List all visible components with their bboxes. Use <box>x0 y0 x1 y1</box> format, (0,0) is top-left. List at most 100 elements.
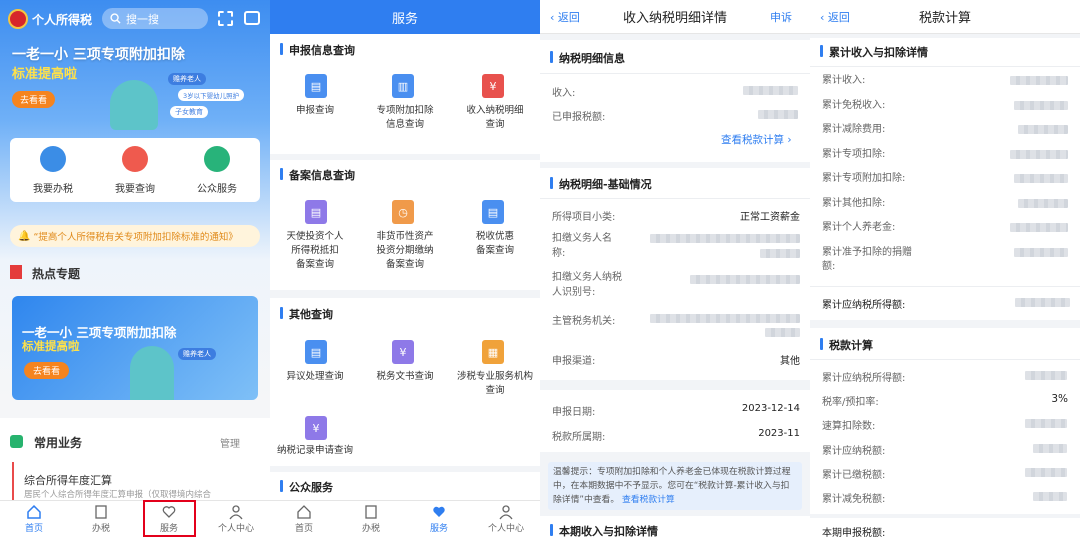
period-detail-card: 本期收入与扣除详情 <box>540 516 810 538</box>
quick-action-label[interactable]: 公众服务 <box>185 180 249 195</box>
tax-calc-row-value-redacted <box>1033 492 1067 501</box>
current-tax-card: 本期申报税额: <box>810 518 1080 538</box>
banner-tag: 子女教育 <box>170 106 208 118</box>
query-icon[interactable] <box>122 146 148 172</box>
channel-label: 申报渠道: <box>552 356 596 367</box>
banner-go-button[interactable]: 去看看 <box>12 91 56 108</box>
public-service-icon[interactable] <box>204 146 230 172</box>
subcategory-value: 正常工资薪金 <box>740 212 800 223</box>
declaration-query-icon[interactable]: ▤ <box>305 74 327 98</box>
service-item-label[interactable]: 涉税专业服务机构 查询 <box>445 370 540 398</box>
withholder-name-label: 扣缴义务人名 称: <box>552 233 612 259</box>
user-icon <box>499 505 513 520</box>
tax-calc-card: 税款计算 累计应纳税所得额: 税率/预扣率: 3% 速算扣除数: 累计应纳税额: 累计已缴… <box>810 328 1080 514</box>
back-button[interactable]: ‹ 返回 <box>550 9 580 25</box>
hot-banner-go-button[interactable]: 去看看 <box>24 362 70 379</box>
search-input[interactable]: 搜一搜 <box>102 8 208 29</box>
service-item-label[interactable]: 税收优惠 备案查询 <box>450 230 540 258</box>
notice-text: “提高个人所得税有关专项附加扣除标准的通知》 <box>33 232 238 243</box>
back-button[interactable]: ‹ 返回 <box>820 9 850 25</box>
tax-document-icon[interactable]: ¥ <box>392 340 414 364</box>
angel-investment-icon[interactable]: ▤ <box>305 200 327 224</box>
bell-icon: 🔔 <box>18 230 31 242</box>
tip-view-calc-link[interactable]: 查看税款计算 <box>622 495 675 505</box>
quick-action-label[interactable]: 我要办税 <box>21 180 85 195</box>
basic-info-card: 纳税明细-基础情况 所得项目小类: 正常工资薪金 扣缴义务人名 称: 扣缴义务人… <box>540 168 810 380</box>
section-title: 备案信息查询 <box>280 167 355 183</box>
heart-hand-icon <box>433 506 445 517</box>
taxable-income-label: 累计应纳税所得额: <box>822 300 906 311</box>
cumulative-row-label: 累计减除费用: <box>822 124 886 135</box>
tip-box: 温馨提示：专项附加扣除和个人养老金已体现在税款计算过程中，在本期数据中不予显示。… <box>548 462 802 510</box>
service-item-label[interactable]: 税务文书查询 <box>360 370 450 384</box>
tax-office-redacted <box>765 328 800 337</box>
tax-calc-row-label: 累计应纳税额: <box>822 445 886 457</box>
annual-settlement-desc: 居民个人综合所得年度汇算申报（仅取得境内综合 <box>24 490 212 500</box>
cumulative-row-value-redacted <box>1018 125 1068 134</box>
service-item-label[interactable]: 非货币性资产 投资分期缴纳 备案查询 <box>360 230 450 272</box>
withholder-id-redacted <box>690 275 800 284</box>
document-icon <box>95 505 107 519</box>
home-screen: 个人所得税 搜一搜 一老一小 三项专项附加扣除 标准提高啦 去看看 赡养老人 3… <box>0 0 270 538</box>
banner-figure-illustration <box>130 346 174 400</box>
highlight-service-tab <box>143 500 196 537</box>
special-deduction-query-icon[interactable]: ▥ <box>392 74 414 98</box>
message-icon[interactable] <box>244 11 260 25</box>
income-label: 收入: <box>552 88 576 99</box>
document-icon <box>365 505 377 519</box>
cumulative-row-label: 累计免税收入: <box>822 99 886 111</box>
tax-calc-row-value-redacted <box>1033 443 1067 453</box>
non-monetary-asset-icon[interactable]: ◷ <box>392 200 414 224</box>
section-title: 申报信息查询 <box>280 42 355 58</box>
page-title: 税款计算 <box>918 11 971 26</box>
quick-action-label[interactable]: 我要查询 <box>103 180 167 195</box>
service-item-label[interactable]: 专项附加扣除 信息查询 <box>360 104 450 132</box>
tax-detail-info-card: 纳税明细信息 收入: 已申报税额: 查看税款计算 › <box>540 40 810 162</box>
current-tax-label: 本期申报税额: <box>822 528 886 538</box>
hot-topic-banner[interactable]: 一老一小 三项专项附加扣除 标准提高啦 去看看 赡养老人 <box>12 296 258 400</box>
page-title: 收入纳税明细详情 <box>622 11 727 26</box>
tab-home[interactable]: 首页 <box>9 504 59 534</box>
tax-calc-row-label: 税率/预扣率: <box>822 397 879 409</box>
service-item-label[interactable]: 申报查询 <box>270 104 360 118</box>
service-item-label[interactable]: 纳税记录申请查询 <box>270 444 360 458</box>
common-business-title: 常用业务 <box>34 436 83 450</box>
divider <box>810 359 1080 360</box>
banner-title: 一老一小 三项专项附加扣除 <box>12 47 185 63</box>
scan-icon[interactable] <box>218 11 233 26</box>
service-screen: 服务 申报信息查询 ▤ 申报查询 ▥ 专项附加扣除 信息查询 ¥ 收入纳税明细 … <box>270 0 540 538</box>
section-title: 公众服务 <box>280 479 333 495</box>
tax-preference-icon[interactable]: ▤ <box>482 200 504 224</box>
tax-agency-icon[interactable]: ▦ <box>482 340 504 364</box>
divider <box>540 73 810 74</box>
tax-calc-row-label: 累计已缴税额: <box>822 469 886 481</box>
tab-handle-tax[interactable]: 办税 <box>76 504 126 534</box>
channel-value: 其他 <box>780 356 800 367</box>
service-item-label[interactable]: 异议处理查询 <box>270 370 360 384</box>
section-title: 累计收入与扣除详情 <box>820 44 928 60</box>
appeal-link[interactable]: 申诉 <box>770 9 792 25</box>
view-tax-calc-link[interactable]: 查看税款计算 › <box>721 132 792 147</box>
tab-profile[interactable]: 个人中心 <box>211 504 261 534</box>
service-item-label[interactable]: 收入纳税明细 查询 <box>450 104 540 132</box>
tab-home[interactable]: 首页 <box>279 504 329 534</box>
notice-bar[interactable]: 🔔 “提高个人所得税有关专项附加扣除标准的通知》 <box>10 225 260 247</box>
home-icon <box>297 505 311 519</box>
tab-profile[interactable]: 个人中心 <box>481 504 531 534</box>
manage-link[interactable]: 管理 <box>220 435 240 450</box>
hot-topic-title: 热点专题 <box>32 267 81 281</box>
tax-record-icon[interactable]: ¥ <box>305 416 327 440</box>
banner-tag: 赡养老人 <box>178 348 216 360</box>
handle-tax-icon[interactable] <box>40 146 66 172</box>
service-item-label[interactable]: 天使投资个人 所得税抵扣 备案查询 <box>270 230 360 272</box>
cumulative-row-label: 累计准予扣除的捐赠 额: <box>822 246 912 272</box>
section-title: 税款计算 <box>820 337 873 353</box>
tab-service[interactable]: 服务 <box>414 504 464 534</box>
declared-tax-label: 已申报税额: <box>552 112 606 123</box>
declaration-query-section: 申报信息查询 ▤ 申报查询 ▥ 专项附加扣除 信息查询 ¥ 收入纳税明细 查询 <box>270 34 540 154</box>
withholder-name-redacted <box>650 234 800 243</box>
tab-handle-tax[interactable]: 办税 <box>346 504 396 534</box>
objection-query-icon[interactable]: ▤ <box>305 340 327 364</box>
income-tax-detail-icon[interactable]: ¥ <box>482 74 504 98</box>
withholder-name-redacted <box>760 249 800 258</box>
